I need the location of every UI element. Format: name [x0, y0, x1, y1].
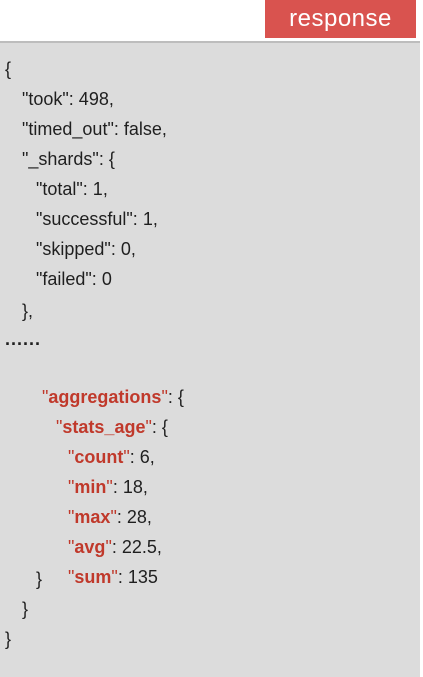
json-avg-line: "avg": 22.5, [48, 505, 162, 557]
json-open-brace: { [5, 59, 12, 79]
json-total-line: "total": 1, [36, 179, 108, 199]
json-timed-out-line: "timed_out": false, [22, 119, 167, 139]
json-sum-line: "sum": 135 [48, 535, 158, 587]
json-successful-line: "successful": 1, [36, 209, 158, 229]
json-count-line: "count": 6, [48, 415, 155, 467]
json-shards-open-line: "_shards": { [22, 149, 115, 169]
json-close-stats-line: } [36, 569, 43, 589]
json-aggregations-line: "aggregations": { [22, 355, 184, 407]
json-min-line: "min": 18, [48, 445, 148, 497]
sum-rest: : 135 [117, 567, 158, 587]
response-tab-label: response [265, 0, 416, 38]
json-shards-close-line: }, [22, 301, 34, 321]
json-max-line: "max": 28, [48, 475, 152, 527]
json-ellipsis-line: ...... [5, 329, 42, 349]
json-response-panel: { "took": 498, "timed_out": false, "_sha… [0, 41, 420, 677]
json-close-aggs-line: } [22, 599, 29, 619]
json-took-line: "took": 498, [22, 89, 114, 109]
json-failed-line: "failed": 0 [36, 269, 112, 289]
aggregations-rest: : { [167, 387, 184, 407]
json-skipped-line: "skipped": 0, [36, 239, 136, 259]
sum-key: sum [74, 567, 112, 587]
json-stats-age-line: "stats_age": { [36, 385, 168, 437]
json-close-root-line: } [5, 629, 12, 649]
